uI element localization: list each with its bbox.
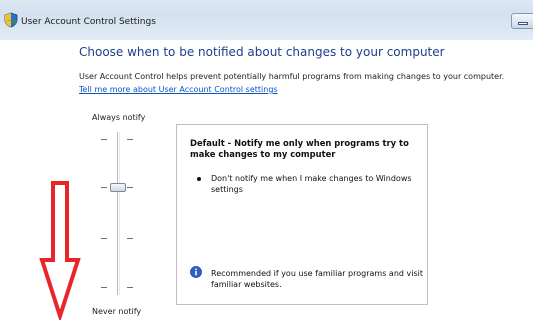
slider-tick-right-3 [127, 238, 133, 239]
slider-tick-left-3 [101, 238, 107, 239]
slider-tick-right-4 [127, 287, 133, 288]
slider-thumb[interactable] [110, 183, 126, 192]
info-icon [190, 266, 202, 278]
minimize-icon [518, 22, 528, 25]
slider-bottom-label: Never notify [92, 307, 142, 316]
slider-tick-left-4 [101, 287, 107, 288]
slider-top-label: Always notify [92, 113, 146, 122]
bullet-icon [197, 177, 201, 181]
notification-slider-track[interactable] [117, 132, 120, 295]
shield-icon [4, 12, 18, 28]
slider-tick-right-1 [127, 139, 133, 140]
red-down-arrow-icon [39, 181, 81, 320]
page-heading: Choose when to be notified about changes… [79, 45, 445, 59]
slider-tick-left-2 [101, 187, 107, 188]
learn-more-link[interactable]: Tell me more about User Account Control … [79, 85, 278, 94]
minimize-button[interactable] [511, 13, 533, 29]
setting-title: Default - Notify me only when programs t… [190, 138, 409, 159]
title-bar: User Account Control Settings [0, 0, 533, 40]
slider-tick-right-2 [127, 187, 133, 188]
description-text: User Account Control helps prevent poten… [79, 72, 505, 81]
recommendation-text: Recommended if you use familiar programs… [211, 269, 423, 289]
setting-bullet-text: Don't notify me when I make changes to W… [211, 174, 412, 194]
window-title: User Account Control Settings [21, 17, 156, 27]
slider-tick-left-1 [101, 139, 107, 140]
